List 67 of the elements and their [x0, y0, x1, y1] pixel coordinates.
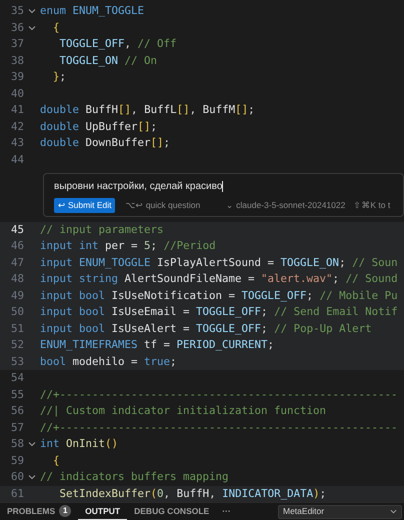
line-number: 51: [10, 320, 24, 337]
quick-question-hint: ⌥↩ quick question: [125, 199, 200, 212]
code-line: input bool IsUseAlert = TOGGLE_OFF; // Pop-Up Alert: [40, 320, 372, 337]
code-line: TOGGLE_ON // On: [58, 52, 158, 69]
chevron-icon[interactable]: [28, 7, 36, 16]
chevron-icon[interactable]: [28, 473, 36, 482]
line-number: 36: [10, 20, 24, 36]
code-line: SetIndexBuffer(0, BuffH, INDICATOR_DATA);: [58, 486, 326, 502]
output-channel-dropdown[interactable]: MetaEditor: [278, 504, 402, 519]
model-selector[interactable]: ⌄ claude-3-5-sonnet-20241022: [226, 199, 346, 212]
code-line: input string AlertSoundFileName = "alert.wav"; // Sound: [40, 271, 398, 288]
line-number: 52: [10, 337, 24, 354]
line-number: 54: [10, 370, 24, 386]
submit-edit-button[interactable]: ↩ Submit Edit: [54, 198, 116, 213]
chevron-icon[interactable]: [28, 24, 36, 32]
code-line: input bool IsUseNotification = TOGGLE_OFF; // Mobile Pu: [40, 288, 398, 304]
code-line: {: [52, 452, 60, 469]
line-number: 59: [10, 452, 24, 469]
code-line: double DownBuffer[];: [40, 135, 170, 152]
line-number: 57: [10, 420, 24, 436]
line-number: 46: [10, 238, 24, 254]
code-line: {: [52, 20, 60, 36]
line-number: 43: [10, 135, 24, 152]
line-number: 58: [10, 436, 24, 452]
code-line: // indicators buffers mapping: [40, 469, 229, 486]
line-number: 50: [10, 304, 24, 320]
code-line: ENUM_TIMEFRAMES tf = PERIOD_CURRENT;: [40, 337, 274, 354]
code-line: //+----------------------------------------------------: [40, 420, 398, 436]
line-number: 39: [10, 69, 24, 86]
code-line: //| Custom indicator initialization function: [40, 403, 326, 420]
code-line: bool modehilo = true;: [40, 354, 177, 370]
line-number: 45: [10, 222, 24, 238]
line-number: 56: [10, 403, 24, 420]
code-line: };: [52, 69, 66, 86]
line-number: 37: [10, 36, 24, 52]
line-number: 60: [10, 469, 24, 486]
shortcut-hint: ⇧⌘K to t: [353, 199, 390, 212]
code-line: input int per = 5; //Period: [40, 238, 216, 254]
line-number: 42: [10, 118, 24, 135]
line-number: 53: [10, 354, 24, 370]
code-line: //+----------------------------------------------------: [40, 386, 398, 403]
panel-tab[interactable]: OUTPUT: [78, 503, 128, 520]
line-number: 40: [10, 86, 24, 102]
line-number: 61: [10, 486, 24, 502]
prompt-input[interactable]: выровни настройки, сделай красиво: [54, 179, 403, 194]
code-line: TOGGLE_OFF, // Off: [58, 36, 177, 52]
code-line: input ENUM_TOGGLE IsPlayAlertSound = TOGGLE_ON; // Soun: [40, 254, 398, 271]
chevron-icon: [390, 508, 397, 516]
line-number: 55: [10, 386, 24, 403]
line-number: 48: [10, 271, 24, 288]
code-line: enum ENUM_TOGGLE: [40, 3, 144, 20]
line-number: 35: [10, 3, 24, 20]
code-line: // input parameters: [40, 222, 164, 238]
panel-tab[interactable]: PROBLEMS 1: [0, 503, 78, 520]
line-number: 44: [10, 152, 24, 168]
more-button[interactable]: ···: [216, 505, 237, 518]
count-badge: 1: [59, 505, 72, 518]
code-line: double BuffH[], BuffL[], BuffM[];: [40, 102, 255, 118]
chevron-icon[interactable]: [28, 440, 36, 448]
code-line: double UpBuffer[];: [40, 118, 158, 135]
line-number: 38: [10, 52, 24, 69]
line-number: 49: [10, 288, 24, 304]
code-line: input bool IsUseEmail = TOGGLE_OFF; // Send Email Notif: [40, 304, 398, 320]
code-line: int OnInit(): [40, 436, 118, 452]
line-number: 47: [10, 254, 24, 271]
panel-tab[interactable]: DEBUG CONSOLE: [127, 503, 216, 520]
line-number: 41: [10, 102, 24, 118]
